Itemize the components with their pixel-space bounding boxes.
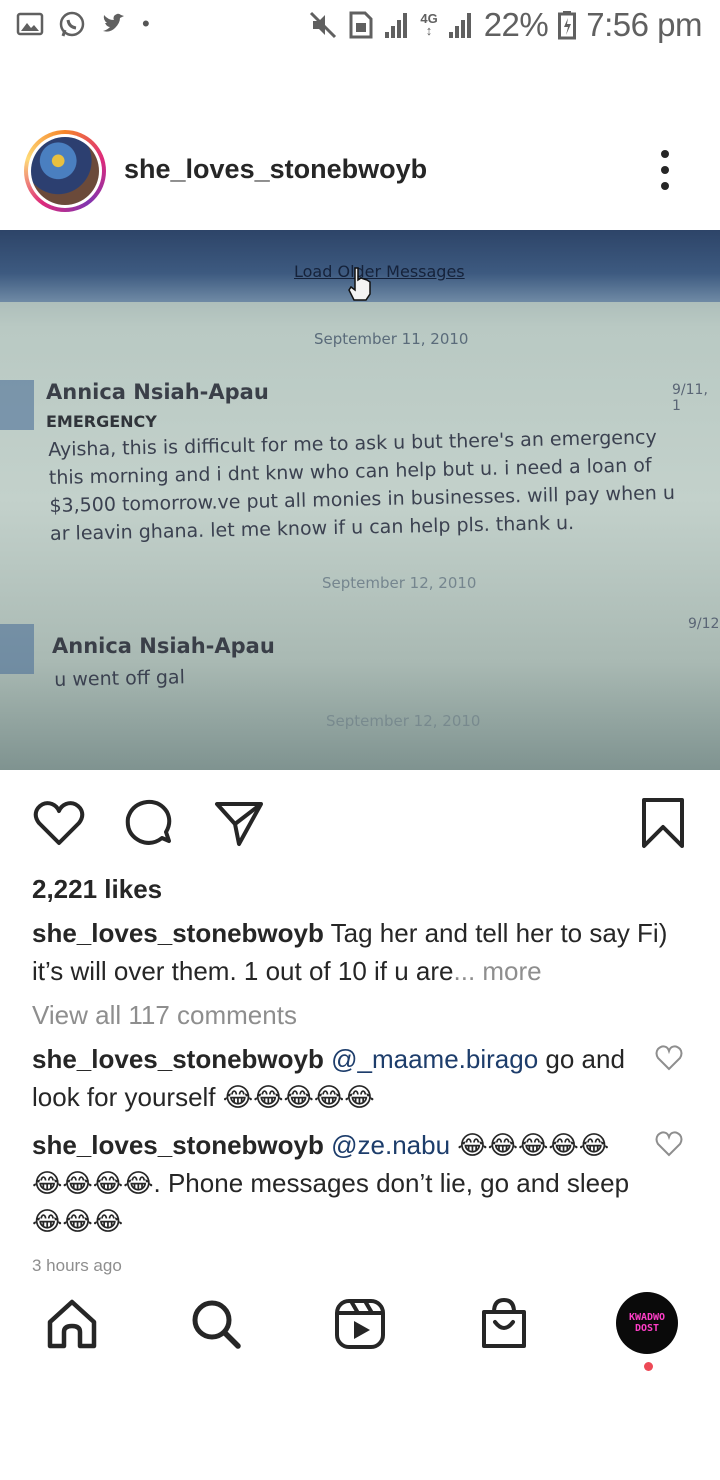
search-icon[interactable] xyxy=(188,1296,244,1352)
save-bookmark-icon[interactable] xyxy=(636,796,690,850)
comment-mention[interactable]: @ze.nabu xyxy=(331,1130,450,1160)
mute-icon xyxy=(310,11,337,39)
status-left: • xyxy=(16,10,150,38)
author-avatar[interactable] xyxy=(24,130,106,212)
sim-icon xyxy=(349,11,373,39)
caption-username[interactable]: she_loves_stonebwoyb xyxy=(32,918,324,948)
comment-mention[interactable]: @_maame.birago xyxy=(331,1044,538,1074)
comment-icon[interactable] xyxy=(122,796,176,850)
post-timestamp: 3 hours ago xyxy=(32,1256,122,1275)
comment-like-heart-icon[interactable] xyxy=(654,1130,684,1158)
clock: 7:56 pm xyxy=(586,6,702,43)
notification-dot: • xyxy=(142,11,150,36)
battery-percent: 22% xyxy=(483,6,549,43)
comment-username[interactable]: she_loves_stonebwoyb xyxy=(32,1044,324,1074)
signal-icon-2 xyxy=(448,13,471,38)
photo-sender-thumb-2 xyxy=(0,624,34,674)
network-type: 4G ↕ xyxy=(420,11,438,38)
photo-message-1: Ayisha, this is difficult for me to ask … xyxy=(48,422,720,548)
photo-subject-1: EMERGENCY xyxy=(46,412,157,431)
photo-message-2: u went off gal xyxy=(54,666,186,691)
post-photo[interactable]: Load Older Messages September 11, 2010 A… xyxy=(0,230,720,770)
profile-avatar-line2: DOST xyxy=(634,1323,660,1334)
reels-icon[interactable] xyxy=(332,1296,388,1352)
caption-more-link[interactable]: ... more xyxy=(454,956,542,986)
view-all-comments-link[interactable]: View all 117 comments xyxy=(32,1000,297,1031)
notification-dot-badge xyxy=(644,1362,653,1371)
whatsapp-icon xyxy=(59,11,85,37)
more-options-icon[interactable] xyxy=(650,148,680,192)
likes-count[interactable]: 2,221 likes xyxy=(32,874,162,905)
photo-sender-thumb-1 xyxy=(0,380,34,430)
battery-icon xyxy=(558,11,577,40)
photo-load-older: Load Older Messages xyxy=(294,262,465,281)
status-bar: • 4G ↕ 22% 7:56 pm xyxy=(0,0,720,56)
hand-cursor-icon xyxy=(348,267,371,301)
photo-date-1: September 11, 2010 xyxy=(314,330,469,348)
profile-avatar-line1: KWADWO xyxy=(628,1312,666,1323)
home-icon[interactable] xyxy=(44,1296,100,1352)
avatar-image xyxy=(31,137,99,205)
shop-icon[interactable] xyxy=(476,1296,532,1352)
photo-date-2: September 12, 2010 xyxy=(322,574,477,592)
photo-sender-2: Annica Nsiah-Apau xyxy=(52,634,275,658)
photo-time-1: 9/11, 1 xyxy=(672,382,708,414)
twitter-icon xyxy=(103,13,124,32)
photo-sender-1: Annica Nsiah-Apau xyxy=(46,380,269,404)
bottom-nav: KWADWO DOST xyxy=(0,1290,720,1371)
comment-2: she_loves_stonebwoyb @ze.nabu 😂😂😂😂😂😂😂😂😂.… xyxy=(32,1126,632,1240)
like-heart-icon[interactable] xyxy=(32,796,86,850)
comment-username[interactable]: she_loves_stonebwoyb xyxy=(32,1130,324,1160)
avatar-border xyxy=(28,134,102,208)
share-send-icon[interactable] xyxy=(212,796,266,850)
gallery-icon xyxy=(16,12,44,36)
profile-avatar[interactable]: KWADWO DOST xyxy=(616,1292,678,1354)
photo-date-3: September 12, 2010 xyxy=(326,712,481,730)
comment-1: she_loves_stonebwoyb @_maame.birago go a… xyxy=(32,1040,632,1116)
comment-like-heart-icon[interactable] xyxy=(654,1044,684,1072)
signal-icon xyxy=(385,13,408,38)
status-right: 4G ↕ 22% 7:56 pm xyxy=(308,6,702,44)
photo-time-2: 9/12 xyxy=(688,616,720,632)
author-username[interactable]: she_loves_stonebwoyb xyxy=(124,154,427,185)
post-header: she_loves_stonebwoyb xyxy=(0,128,720,214)
caption: she_loves_stonebwoyb Tag her and tell he… xyxy=(32,914,692,990)
post-actions xyxy=(0,790,720,854)
